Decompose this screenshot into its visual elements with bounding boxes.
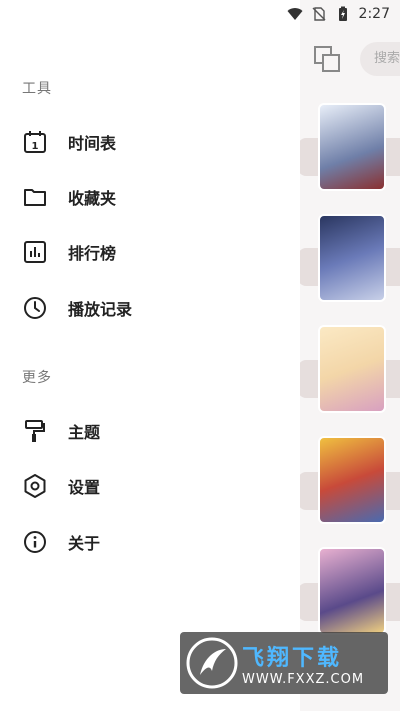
- watermark-url: WWW.FXXZ.COM: [242, 671, 365, 687]
- fxxz-logo-icon: [186, 637, 238, 689]
- folder-icon: [22, 184, 48, 210]
- cover-image: [318, 547, 386, 635]
- clock-icon: [22, 295, 48, 321]
- status-time: 2:27: [358, 6, 390, 22]
- cover-image: [318, 103, 386, 191]
- section-title-more: 更多: [22, 370, 52, 386]
- section-title-tools: 工具: [22, 81, 52, 97]
- cover-image: [318, 214, 386, 302]
- settings-hexagon-icon: [22, 473, 48, 499]
- drawer-item-label: 设置: [68, 478, 101, 497]
- drawer-item-ranking[interactable]: 排行榜: [0, 230, 300, 274]
- info-icon: [22, 529, 48, 555]
- no-sim-icon: [312, 7, 326, 21]
- drawer-item-label: 收藏夹: [68, 189, 117, 208]
- watermark-brand: 飞翔下载: [242, 645, 343, 671]
- watermark: 飞翔下载 WWW.FXXZ.COM: [180, 632, 388, 694]
- drawer-item-label: 排行榜: [68, 244, 117, 263]
- background-app: 搜索: [298, 0, 400, 711]
- search-input[interactable]: 搜索: [360, 42, 400, 76]
- drawer-item-settings[interactable]: 设置: [0, 464, 300, 508]
- bar-chart-icon: [22, 239, 48, 265]
- navigation-drawer: 工具 1 时间表 收藏夹 排行榜 播放记录 更多 主题 设置 关于: [0, 0, 300, 711]
- drawer-item-theme[interactable]: 主题: [0, 409, 300, 453]
- status-bar: 2:27: [0, 0, 400, 28]
- drawer-item-about[interactable]: 关于: [0, 520, 300, 564]
- svg-text:1: 1: [32, 141, 39, 152]
- drawer-item-label: 时间表: [68, 134, 117, 153]
- drawer-item-label: 主题: [68, 423, 101, 442]
- drawer-item-favorites[interactable]: 收藏夹: [0, 175, 300, 219]
- drawer-item-history[interactable]: 播放记录: [0, 286, 300, 330]
- paint-roller-icon: [22, 418, 48, 444]
- wifi-icon: [287, 8, 303, 20]
- drawer-item-label: 播放记录: [68, 300, 133, 319]
- drawer-item-schedule[interactable]: 1 时间表: [0, 120, 300, 164]
- cover-image: [318, 325, 386, 413]
- cover-image: [318, 436, 386, 524]
- copy-icon[interactable]: [312, 44, 342, 74]
- battery-charging-icon: [338, 6, 347, 21]
- calendar-icon: 1: [22, 129, 48, 155]
- drawer-item-label: 关于: [68, 534, 101, 553]
